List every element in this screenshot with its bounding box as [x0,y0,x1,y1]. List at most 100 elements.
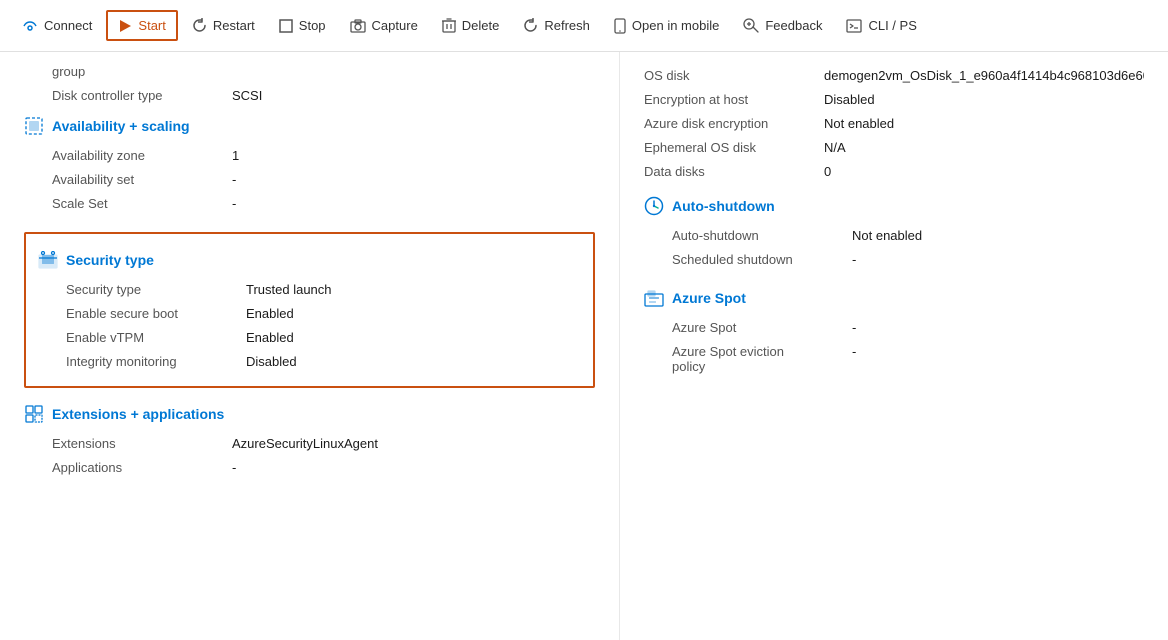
availability-header: Availability + scaling [24,116,595,136]
availability-set-row: Availability set - [24,168,595,192]
os-disk-value: demogen2vm_OsDisk_1_e960a4f1414b4c968103… [824,68,1144,83]
security-type-row: Security type Trusted launch [38,278,581,302]
open-mobile-button[interactable]: Open in mobile [604,12,729,40]
scheduled-shutdown-label: Scheduled shutdown [672,252,852,267]
availability-icon [24,116,44,136]
left-panel: group Disk controller type SCSI Availabi… [0,52,620,640]
security-type-value: Trusted launch [246,282,581,297]
open-mobile-label: Open in mobile [632,18,719,33]
scale-set-row: Scale Set - [24,192,595,216]
start-button[interactable]: Start [106,10,177,41]
scale-set-label: Scale Set [52,196,232,211]
availability-section: Availability + scaling Availability zone… [24,116,595,216]
applications-label: Applications [52,460,232,475]
azure-disk-enc-row: Azure disk encryption Not enabled [644,112,1144,136]
connect-label: Connect [44,18,92,33]
refresh-icon [523,18,538,33]
azure-spot-value: - [852,320,1144,335]
group-label: group [52,64,232,79]
cli-label: CLI / PS [868,18,916,33]
vtpm-label: Enable vTPM [66,330,246,345]
encryption-host-value: Disabled [824,92,1144,107]
autoshutdown-section: Auto-shutdown Auto-shutdown Not enabled … [644,196,1144,272]
azure-disk-enc-label: Azure disk encryption [644,116,824,131]
integrity-value: Disabled [246,354,581,369]
refresh-button[interactable]: Refresh [513,12,600,39]
ephemeral-os-label: Ephemeral OS disk [644,140,824,155]
security-header: Security type [38,250,581,270]
main-content: group Disk controller type SCSI Availabi… [0,52,1168,640]
extensions-icon [24,404,44,424]
data-disks-value: 0 [824,164,1144,179]
extensions-title: Extensions + applications [52,406,224,422]
right-panel: OS disk demogen2vm_OsDisk_1_e960a4f1414b… [620,52,1168,640]
autoshutdown-value: Not enabled [852,228,1144,243]
autoshutdown-label: Auto-shutdown [672,228,852,243]
delete-icon [442,18,456,33]
extensions-section: Extensions + applications Extensions Azu… [24,404,595,480]
encryption-host-label: Encryption at host [644,92,824,107]
start-label: Start [138,18,165,33]
feedback-icon [743,18,759,33]
security-type-label: Security type [66,282,246,297]
integrity-row: Integrity monitoring Disabled [38,350,581,374]
delete-button[interactable]: Delete [432,12,510,39]
ephemeral-os-row: Ephemeral OS disk N/A [644,136,1144,160]
restart-icon [192,18,207,33]
scale-set-value: - [232,196,595,211]
availability-zone-row: Availability zone 1 [24,144,595,168]
security-section-wrapper: Security type Security type Trusted laun… [24,232,595,388]
toolbar: Connect Start Restart Stop [0,0,1168,52]
restart-button[interactable]: Restart [182,12,265,39]
applications-value: - [232,460,595,475]
disk-controller-row: Disk controller type SCSI [24,84,595,108]
refresh-label: Refresh [544,18,590,33]
stop-icon [279,19,293,33]
os-disk-label: OS disk [644,68,824,83]
azure-disk-enc-value: Not enabled [824,116,1144,131]
azure-spot-eviction-row: Azure Spot evictionpolicy - [644,340,1144,378]
integrity-label: Integrity monitoring [66,354,246,369]
azure-spot-icon [644,288,664,308]
extensions-header: Extensions + applications [24,404,595,424]
availability-title: Availability + scaling [52,118,190,134]
autoshutdown-icon [644,196,664,216]
restart-label: Restart [213,18,255,33]
autoshutdown-header: Auto-shutdown [644,196,1144,216]
capture-button[interactable]: Capture [340,12,428,39]
azure-spot-eviction-label: Azure Spot evictionpolicy [672,344,852,374]
secure-boot-value: Enabled [246,306,581,321]
connect-button[interactable]: Connect [12,12,102,40]
scheduled-shutdown-row: Scheduled shutdown - [644,248,1144,272]
security-icon [38,250,58,270]
cli-button[interactable]: CLI / PS [836,12,926,39]
disk-controller-label: Disk controller type [52,88,232,103]
os-disk-row: OS disk demogen2vm_OsDisk_1_e960a4f1414b… [644,64,1144,88]
security-title: Security type [66,252,154,268]
stop-label: Stop [299,18,326,33]
azure-spot-section: Azure Spot Azure Spot - Azure Spot evict… [644,288,1144,378]
start-icon [118,19,132,33]
azure-spot-label: Azure Spot [672,320,852,335]
azure-spot-title: Azure Spot [672,290,746,306]
availability-zone-label: Availability zone [52,148,232,163]
extensions-label: Extensions [52,436,232,451]
ephemeral-os-value: N/A [824,140,1144,155]
mobile-icon [614,18,626,34]
scheduled-shutdown-value: - [852,252,1144,267]
data-disks-label: Data disks [644,164,824,179]
azure-spot-eviction-value: - [852,344,1144,359]
extensions-value: AzureSecurityLinuxAgent [232,436,595,451]
azure-spot-header: Azure Spot [644,288,1144,308]
feedback-button[interactable]: Feedback [733,12,832,39]
extensions-row: Extensions AzureSecurityLinuxAgent [24,432,595,456]
vtpm-value: Enabled [246,330,581,345]
delete-label: Delete [462,18,500,33]
availability-set-value: - [232,172,595,187]
secure-boot-row: Enable secure boot Enabled [38,302,581,326]
secure-boot-label: Enable secure boot [66,306,246,321]
azure-spot-row: Azure Spot - [644,316,1144,340]
stop-button[interactable]: Stop [269,12,336,39]
data-disks-row: Data disks 0 [644,160,1144,184]
feedback-label: Feedback [765,18,822,33]
